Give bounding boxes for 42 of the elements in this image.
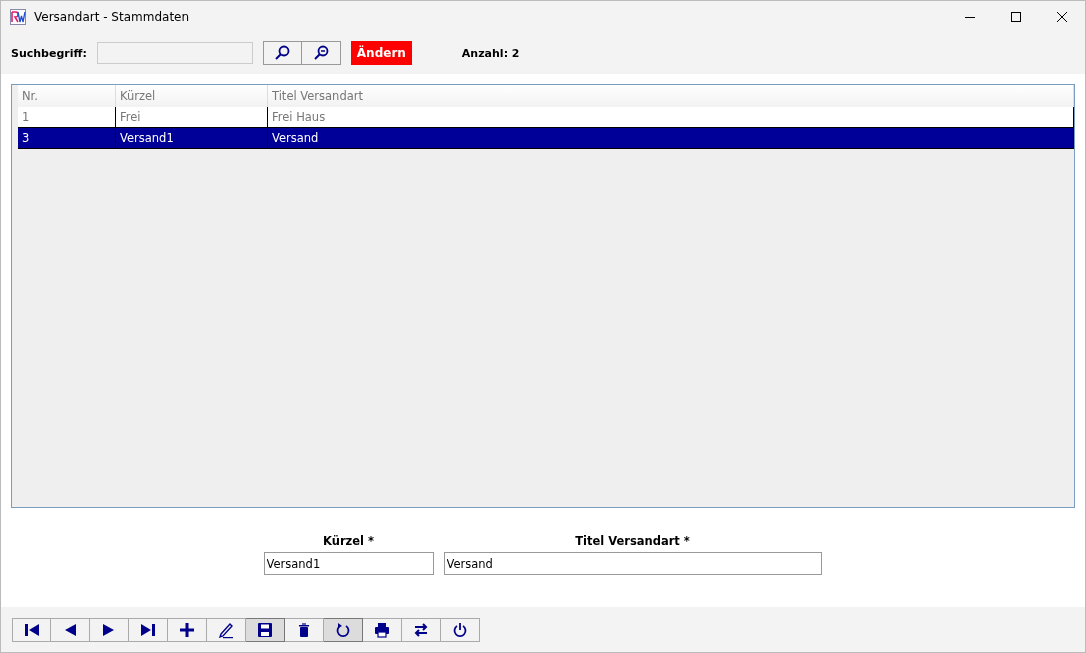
table-cell: 1 — [18, 107, 116, 127]
rotate-arrow-icon — [334, 620, 352, 639]
toolbar-button[interactable] — [129, 617, 168, 642]
plus-icon — [178, 620, 196, 639]
clear-search-button[interactable] — [301, 41, 341, 65]
swap-arrows-icon — [412, 620, 430, 639]
toolbar-button[interactable] — [285, 617, 324, 642]
table-cell: Versand — [268, 128, 1074, 148]
table-row[interactable]: 3 Versand1 Versand — [18, 128, 1074, 149]
table-cell: Frei — [116, 107, 268, 127]
toolbar-button[interactable] — [363, 617, 402, 642]
close-icon — [1057, 11, 1067, 22]
toolbar-button[interactable] — [207, 617, 246, 642]
search-label: Suchbegriff: — [11, 46, 87, 60]
toolbar-button[interactable] — [51, 617, 90, 642]
search-icon — [274, 45, 291, 61]
magnifier-minus-icon — [312, 45, 329, 61]
input-field[interactable]: Versand1 — [263, 552, 434, 575]
field-label: Titel Versandart * — [575, 534, 690, 548]
search-button[interactable] — [262, 41, 302, 65]
power-icon — [451, 620, 469, 639]
change-button[interactable]: Ändern — [350, 41, 412, 65]
toolbar-button[interactable] — [402, 617, 441, 642]
printer-icon — [373, 620, 391, 639]
toolbar-button[interactable] — [324, 617, 363, 642]
input-field[interactable]: Versand — [443, 552, 822, 575]
table-row[interactable]: 1 Frei Frei Haus — [18, 107, 1074, 128]
app-logo-icon — [10, 8, 26, 25]
toolbar-button[interactable] — [441, 617, 480, 642]
toolbar-button[interactable] — [168, 617, 207, 642]
maximize-icon — [1011, 11, 1021, 22]
toolbar-button[interactable] — [12, 617, 51, 642]
toolbar-button[interactable] — [246, 617, 285, 642]
table-cell: Versand1 — [116, 128, 268, 148]
record-count: Anzahl: 2 — [461, 46, 520, 60]
window-title: Versandart - Stammdaten — [34, 9, 191, 24]
toolbar-button[interactable] — [90, 617, 129, 642]
pencil-icon — [217, 620, 235, 639]
table-cell: Frei Haus — [268, 107, 1074, 127]
search-field[interactable] — [96, 42, 253, 64]
field-label: Kürzel * — [323, 534, 374, 548]
table-cell: 3 — [18, 128, 116, 148]
